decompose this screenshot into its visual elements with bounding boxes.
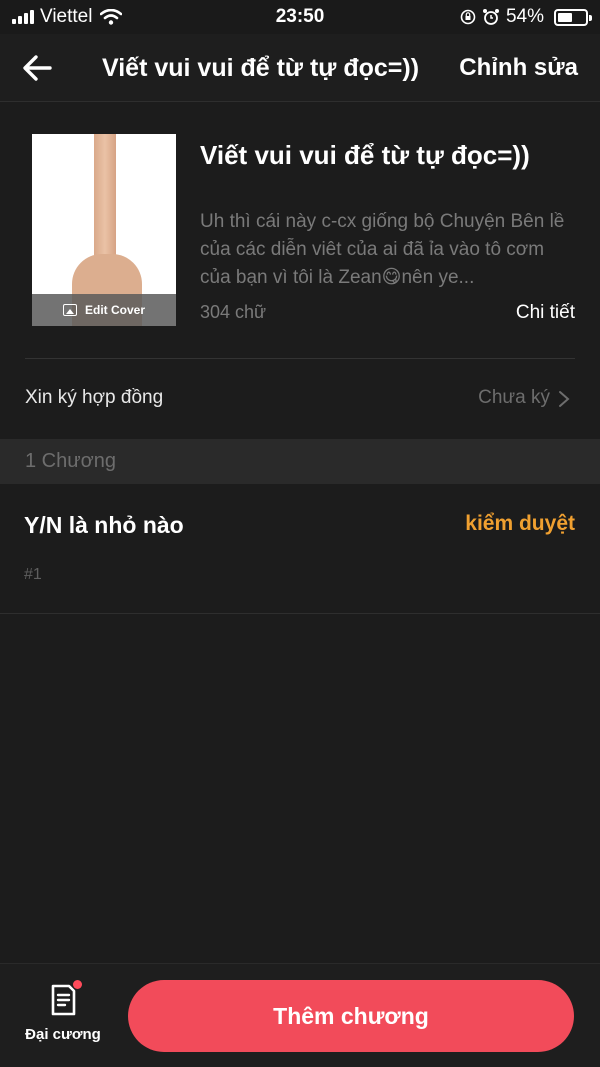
chapter-count-band: 1 Chương <box>0 439 600 484</box>
outline-label: Đại cương <box>25 1026 101 1043</box>
book-description: Uh thì cái này c-cx giống bộ Chuyện Bên … <box>200 211 565 288</box>
add-chapter-button[interactable]: Thêm chương <box>128 980 574 1052</box>
contract-status: Chưa ký <box>478 387 550 408</box>
divider <box>25 358 575 359</box>
bottom-bar: Đại cương Thêm chương <box>0 963 600 1067</box>
book-title: Viết vui vui để từ tự đọc=)) <box>200 140 530 170</box>
notification-dot <box>73 980 82 989</box>
contract-row[interactable]: Xin ký hợp đồng Chưa ký <box>0 360 600 438</box>
list-item[interactable]: Y/N là nhỏ nào kiểm duyệt #1 <box>0 484 600 614</box>
edit-cover-label: Edit Cover <box>84 303 145 317</box>
battery-percent: 54% <box>505 6 544 27</box>
image-icon <box>62 304 77 316</box>
alarm-icon <box>482 9 499 25</box>
battery-icon <box>554 8 592 26</box>
chapter-status-badge: kiểm duyệt <box>465 512 575 535</box>
chevron-right-icon <box>559 391 570 407</box>
edit-cover-button[interactable]: Edit Cover <box>32 294 176 326</box>
book-cover[interactable]: Edit Cover <box>32 134 176 326</box>
chapter-number: #1 <box>24 566 42 583</box>
outline-button[interactable]: Đại cương <box>18 980 108 1054</box>
back-arrow-icon[interactable] <box>18 50 58 86</box>
chapter-title: Y/N là nhỏ nào <box>24 512 184 538</box>
edit-button[interactable]: Chỉnh sửa <box>459 54 578 82</box>
detail-link[interactable]: Chi tiết <box>516 302 575 324</box>
nav-header: Viết vui vui để từ tự đọc=)) Chỉnh sửa <box>0 34 600 102</box>
contract-label: Xin ký hợp đồng <box>25 387 164 408</box>
document-icon <box>51 984 76 1016</box>
word-count: 304 chữ <box>200 302 267 322</box>
status-bar: Viettel 23:50 54% <box>0 0 600 34</box>
page-title: Viết vui vui để từ tự đọc=)) <box>102 54 420 82</box>
chapter-count: 1 Chương <box>25 450 116 472</box>
orientation-lock-icon <box>460 9 476 25</box>
